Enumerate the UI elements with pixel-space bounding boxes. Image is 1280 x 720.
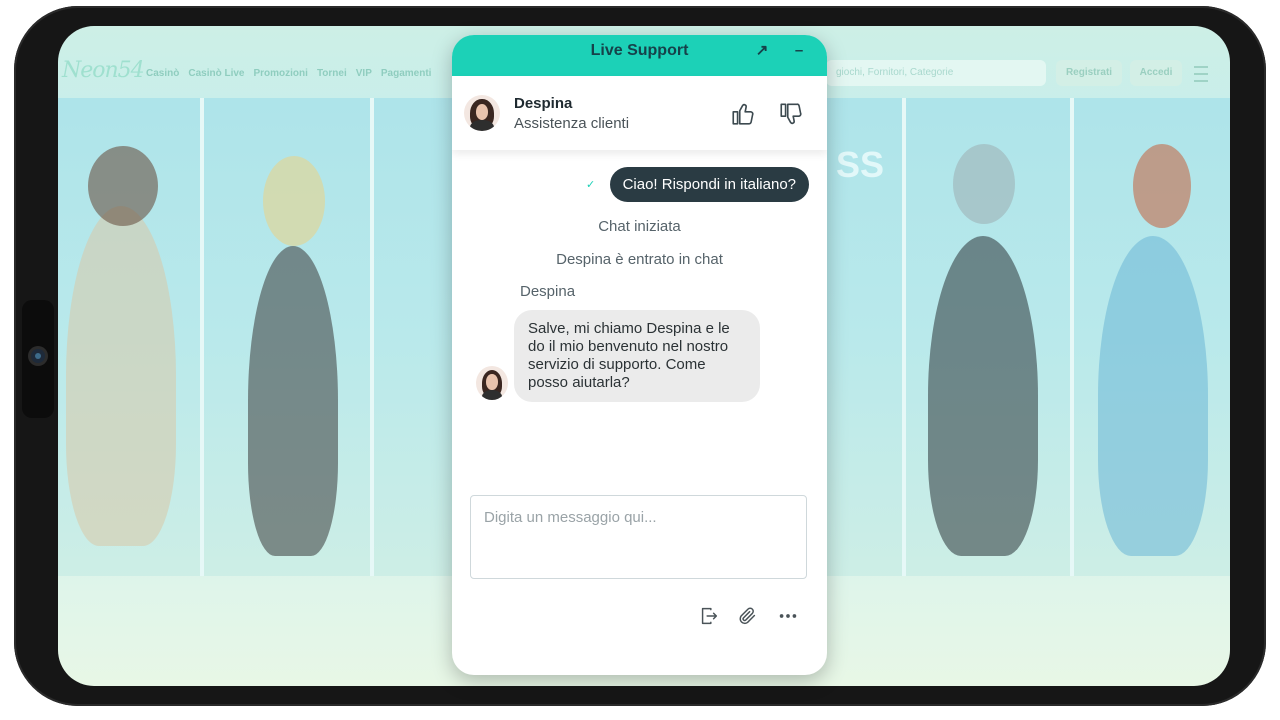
- user-message: Ciao! Rispondi in italiano?: [609, 167, 809, 202]
- nav-link-casino[interactable]: Casinò: [146, 68, 179, 79]
- system-message: Chat iniziata: [598, 218, 681, 235]
- character-head: [263, 156, 325, 246]
- menu-icon[interactable]: [1194, 66, 1208, 82]
- agent-message-avatar: [476, 366, 508, 400]
- register-button[interactable]: Registrati: [1056, 60, 1122, 86]
- character-head: [953, 144, 1015, 224]
- agent-name: Despina: [514, 95, 573, 112]
- nav-link-pagamenti[interactable]: Pagamenti: [381, 68, 432, 79]
- agent-role: Assistenza clienti: [514, 115, 630, 132]
- camera-icon: [31, 349, 45, 363]
- agent-message: Salve, mi chiamo Despina e le do il mio …: [514, 310, 760, 402]
- chat-header: Live Support ↗ –: [452, 35, 827, 76]
- character-figure: [928, 236, 1038, 556]
- attachment-icon[interactable]: [737, 605, 759, 627]
- nav-link-tornei[interactable]: Tornei: [317, 68, 347, 79]
- arrow-up-right-icon[interactable]: ↗: [752, 41, 772, 61]
- site-logo[interactable]: Neon54: [62, 58, 145, 83]
- minimize-icon[interactable]: –: [789, 41, 809, 61]
- delivered-check-icon: ✓: [586, 179, 596, 191]
- message-input[interactable]: [471, 496, 806, 578]
- nav-link-vip[interactable]: VIP: [356, 68, 372, 79]
- character-figure: [248, 246, 338, 556]
- agent-info-bar: Despina Assistenza clienti: [452, 76, 827, 150]
- nav-link-promozioni[interactable]: Promozioni: [253, 68, 307, 79]
- agent-avatar: [464, 95, 500, 131]
- message-list: ✓ Ciao! Rispondi in italiano? Chat inizi…: [452, 150, 827, 490]
- character-figure: [1098, 236, 1208, 556]
- thumbs-up-icon[interactable]: [730, 101, 756, 127]
- login-button[interactable]: Accedi: [1130, 60, 1182, 86]
- message-composer: [470, 495, 807, 579]
- end-chat-icon[interactable]: [698, 605, 720, 627]
- agent-sender-label: Despina: [520, 283, 576, 300]
- site-nav-links: Casinò Casinò Live Promozioni Tornei VIP…: [146, 68, 431, 79]
- nav-link-casino-live[interactable]: Casinò Live: [188, 68, 244, 79]
- site-search-input[interactable]: giochi, Fornitori, Categorie: [826, 60, 1046, 86]
- character-figure: [66, 206, 176, 546]
- system-message: Despina è entrato in chat: [556, 251, 723, 268]
- live-support-widget: Live Support ↗ – Despina Assistenza clie…: [452, 35, 827, 675]
- promo-text: SS: [836, 144, 885, 185]
- thumbs-down-icon[interactable]: [778, 101, 804, 127]
- character-head: [1133, 144, 1191, 228]
- more-options-icon[interactable]: [777, 605, 799, 627]
- hero-panel: [374, 98, 454, 576]
- character-head: [88, 146, 158, 226]
